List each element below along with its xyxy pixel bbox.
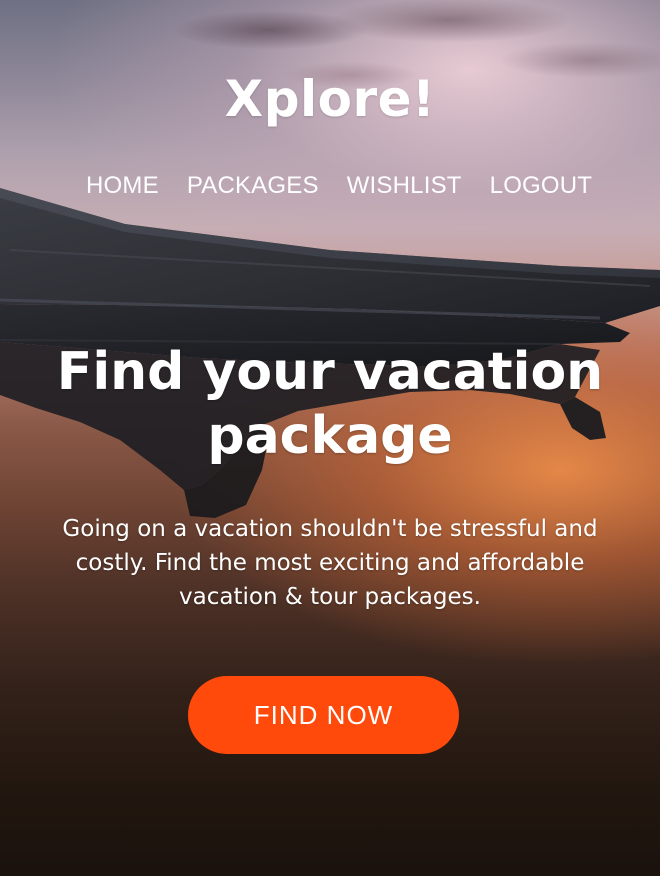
hero-section: Xplore! HOME PACKAGES WISHLIST LOGOUT Fi…	[0, 0, 660, 876]
nav-logout-link[interactable]: LOGOUT	[490, 172, 593, 200]
main-nav: HOME PACKAGES WISHLIST LOGOUT	[86, 172, 646, 200]
hero-description: Going on a vacation shouldn't be stressf…	[62, 516, 598, 610]
find-now-button[interactable]: FIND NOW	[188, 676, 459, 754]
brand-logo[interactable]: Xplore!	[0, 70, 660, 128]
nav-packages-link[interactable]: PACKAGES	[187, 172, 319, 200]
hero-headline: Find your vacation package	[56, 342, 604, 466]
nav-wishlist-link[interactable]: WISHLIST	[347, 172, 462, 200]
nav-home-link[interactable]: HOME	[86, 172, 159, 200]
